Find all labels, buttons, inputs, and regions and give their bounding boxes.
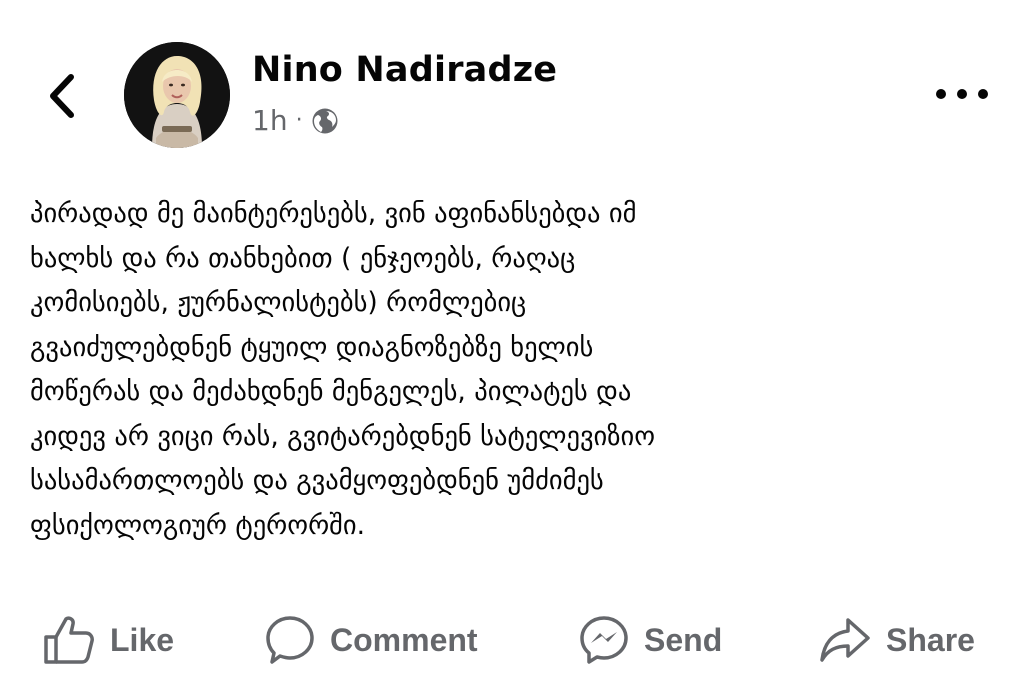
globe-icon	[312, 108, 338, 133]
messenger-icon	[580, 616, 628, 664]
avatar[interactable]	[124, 42, 230, 148]
post-text-line: გვაიძულებდნენ ტყუილ დიაგნოზებზე ხელის	[30, 331, 594, 363]
post-text-line: კიდევ არ ვიცი რას, გვიტარებდნენ სატელევი…	[30, 420, 656, 452]
more-dots-icon	[936, 89, 946, 99]
post-time[interactable]: 1h	[252, 104, 288, 137]
post-text-line: კომისიებს, ჟურნალისტებს) რომლებიც	[30, 287, 527, 318]
thumbs-up-icon	[44, 616, 94, 664]
more-options-button[interactable]	[936, 78, 988, 110]
more-dots-icon	[957, 89, 967, 99]
send-button[interactable]: Send	[578, 608, 722, 672]
post-text-line: ხალხს და რა თანხებით ( ენჯეოებს, რაღაც	[30, 242, 576, 274]
meta-separator: ·	[295, 108, 303, 133]
post-text: პირადად მე მაინტერესებს, ვინ აფინანსებდა…	[30, 192, 1005, 548]
more-dots-icon	[978, 89, 988, 99]
chevron-left-icon	[50, 74, 74, 118]
profile-photo	[124, 42, 230, 148]
like-button[interactable]: Like	[42, 608, 174, 672]
like-label: Like	[110, 621, 175, 658]
share-label: Share	[886, 621, 975, 658]
back-button[interactable]	[38, 70, 86, 122]
comment-icon	[266, 616, 314, 664]
comment-button[interactable]: Comment	[264, 608, 478, 672]
post-actions-bar: Like Comment Send Share	[0, 608, 1024, 672]
author-name[interactable]: Nino Nadiradze	[252, 50, 557, 90]
post-meta: 1h ·	[252, 104, 339, 137]
share-button[interactable]: Share	[818, 608, 975, 672]
comment-label: Comment	[330, 621, 478, 658]
send-label: Send	[644, 621, 723, 658]
post-text-line: მოწერას და მეძახდნენ მენგელეს, პილატეს დ…	[30, 376, 632, 407]
post-text-line: პირადად მე მაინტერესებს, ვინ აფინანსებდა…	[30, 198, 637, 229]
post-text-line: სასამართლოებს და გვამყოფებდნენ უმძიმეს	[30, 465, 604, 496]
post-text-line: ფსიქოლოგიურ ტერორში.	[30, 509, 366, 541]
share-arrow-icon	[820, 618, 870, 662]
